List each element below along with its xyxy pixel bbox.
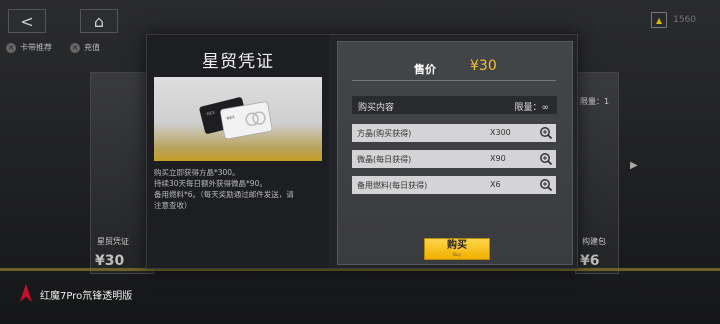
product-image: NEX NEX (154, 77, 322, 161)
card-caption: 构建包 (582, 237, 606, 246)
item-name: 方晶(购买获得) (357, 129, 412, 138)
bg-limit-text: 限量：1 (580, 97, 610, 106)
close-icon: ✕ (70, 42, 80, 53)
redmagic-logo-icon (18, 284, 34, 304)
magnify-icon[interactable] (539, 178, 553, 192)
purchase-dialog: 星贸凭证 NEX NEX 购买立即获得方晶*300。 持续30天每日额外获得微晶… (146, 34, 578, 269)
currency-amount: 1560 (673, 15, 696, 25)
price-value: ¥30 (470, 58, 497, 74)
item-quantity: X300 (490, 128, 511, 137)
description-line: 注意查收） (154, 201, 192, 210)
price-divider (352, 80, 556, 81)
cross-icon: ✕ (6, 42, 16, 53)
item-quantity: X90 (490, 154, 506, 163)
card-price: ¥30 (95, 253, 125, 269)
currency-icon: ▲ (651, 12, 668, 28)
purchase-details-pane: 售价 ¥30 购买内容 限量：∞ 方晶(购买获得) X300 微晶(每日获得) … (337, 41, 573, 265)
contents-header: 购买内容 限量：∞ (352, 96, 557, 114)
content-item-row: 方晶(购买获得) X300 (352, 124, 556, 142)
description-line: 持续30天每日额外获得微晶*90。 (154, 179, 267, 188)
description-line: 购买立即获得方晶*300。 (154, 168, 240, 177)
content-item-row: 备用燃料(每日获得) X6 (352, 176, 556, 194)
device-watermark: 红魔7Pro氘锋透明版 (18, 284, 132, 304)
product-info-pane: 星贸凭证 NEX NEX 购买立即获得方晶*300。 持续30天每日额外获得微晶… (147, 35, 329, 268)
tab-label: 充值 (84, 43, 100, 52)
product-title: 星贸凭证 (202, 52, 274, 72)
content-item-row: 微晶(每日获得) X90 (352, 150, 556, 168)
limit-text: 限量：∞ (514, 103, 550, 113)
voucher-cards-icon: NEX NEX (199, 97, 273, 140)
magnify-icon[interactable] (539, 126, 553, 140)
price-row: 售价 ¥30 (338, 58, 572, 78)
watermark-text: 红魔7Pro氘锋透明版 (40, 290, 133, 302)
description-line: 备用燃料*6。（每天奖励通过邮件发送，请 (154, 190, 294, 199)
tab-label: 卡带推荐 (20, 43, 52, 52)
product-description: 购买立即获得方晶*300。 持续30天每日额外获得微晶*90。 备用燃料*6。（… (154, 167, 326, 211)
contents-header-label: 购买内容 (358, 103, 395, 113)
next-arrow-icon[interactable]: ▶ (630, 160, 638, 171)
buy-button[interactable]: 购买 Buy (424, 238, 490, 260)
tab-recommend[interactable]: ✕ 卡带推荐 (6, 42, 52, 53)
store-tabs: ✕ 卡带推荐 ✕ 充值 (6, 42, 100, 53)
item-name: 备用燃料(每日获得) (357, 181, 428, 190)
tab-recharge[interactable]: ✕ 充值 (70, 42, 100, 53)
magnify-icon[interactable] (539, 152, 553, 166)
back-button[interactable]: < (8, 9, 46, 33)
home-button[interactable]: ⌂ (80, 9, 118, 33)
back-arrow-icon: < (20, 11, 34, 31)
currency-display: ▲ 1560 (651, 12, 696, 28)
home-icon: ⌂ (93, 11, 105, 31)
card-caption: 星贸凭证 (97, 237, 129, 246)
bg-product-card[interactable]: 星贸凭证 ¥30 (90, 72, 154, 274)
item-name: 微晶(每日获得) (357, 155, 412, 164)
buy-button-label: 购买 (447, 240, 467, 251)
card-price: ¥6 (580, 253, 600, 269)
buy-button-sublabel: Buy (453, 252, 461, 257)
price-label: 售价 (414, 63, 436, 76)
item-quantity: X6 (490, 180, 501, 189)
